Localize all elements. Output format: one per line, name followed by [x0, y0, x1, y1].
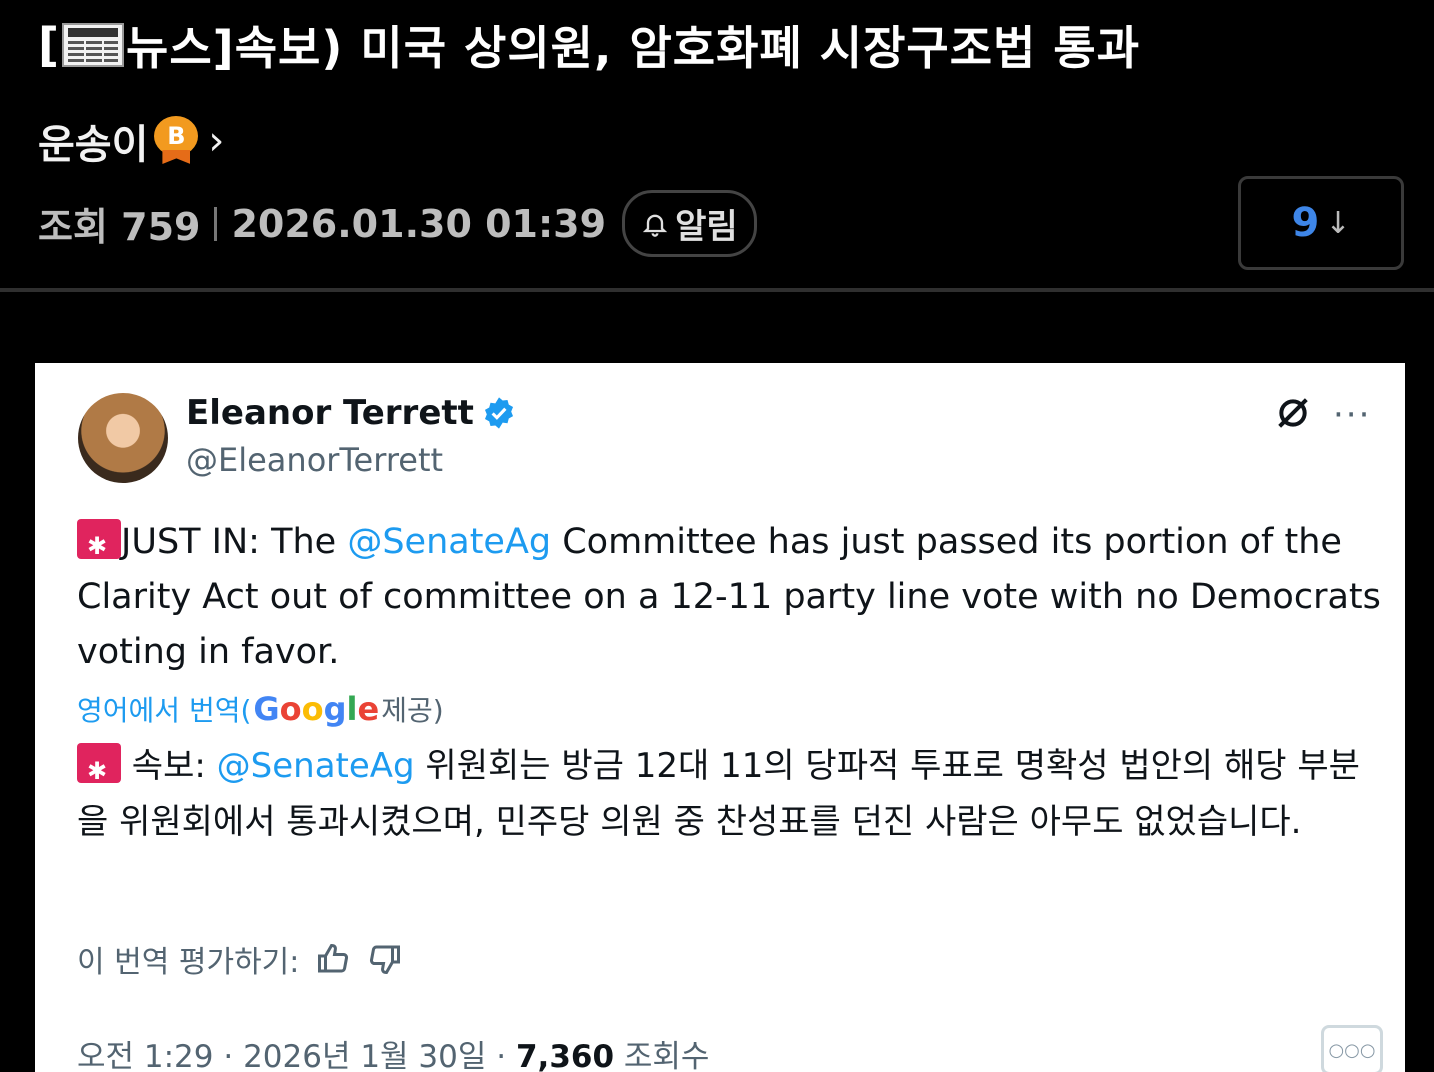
tweet-timestamp: 오전 1:29 · 2026년 1월 30일 · 7,360 조회수	[77, 1031, 709, 1072]
grok-icon	[1278, 398, 1308, 428]
alarm-label: 알림	[675, 207, 738, 247]
newspaper-icon	[62, 23, 125, 67]
siren-icon	[77, 519, 121, 574]
reply-count: 9	[1291, 200, 1320, 246]
mention-link: @SenateAg	[347, 522, 552, 562]
more-options-icon: ···	[1333, 395, 1372, 435]
thumbs-down-icon	[370, 945, 401, 975]
tweet-text-ko-1: 속보:	[121, 746, 217, 786]
verified-badge-icon	[484, 397, 513, 429]
meta-divider	[214, 206, 218, 241]
tweet-author-name: Eleanor Terrett	[186, 393, 516, 433]
title-prefix: [	[38, 18, 61, 72]
views-label: 조회수	[614, 1039, 710, 1072]
arrow-down-icon: ↓	[1325, 205, 1351, 241]
title-tag: 뉴스]	[126, 21, 235, 75]
post-title: [ 뉴스] 속보) 미국 상의원, 암호화폐 시장구조법 통과	[38, 12, 1140, 78]
level-badge-icon: B	[154, 116, 199, 166]
tweet-handle: @EleanorTerrett	[186, 441, 444, 479]
tweet-text-korean: 속보: @SenateAg 위원회는 방금 12대 11의 당파적 투표로 명확…	[77, 738, 1387, 850]
tweet-view-count: 7,360	[515, 1039, 615, 1072]
thumbs-up-icon	[318, 943, 349, 973]
siren-icon	[77, 743, 121, 799]
tweet-text-english: JUST IN: The @SenateAg Committee has jus…	[77, 515, 1387, 680]
reply-jump-button[interactable]: 9 ↓	[1238, 176, 1404, 270]
bell-icon	[642, 214, 668, 237]
author-row[interactable]: 운송이 B ›	[38, 112, 224, 170]
mention-link: @SenateAg	[216, 746, 415, 786]
alarm-button[interactable]: 알림	[622, 190, 757, 257]
avatar	[78, 393, 168, 483]
chat-bubble-icon[interactable]: ○○○	[1321, 1025, 1383, 1072]
rate-translation: 이 번역 평가하기:	[77, 937, 403, 981]
post-datetime: 2026.01.30 01:39	[231, 201, 607, 246]
google-logo: Google	[253, 690, 380, 728]
title-main: 속보) 미국 상의원, 암호화폐 시장구조법 통과	[234, 21, 1141, 75]
provided-label: 제공)	[381, 694, 444, 727]
timestamp-text: 오전 1:29 · 2026년 1월 30일 ·	[77, 1039, 516, 1072]
post-meta: 조회 759 2026.01.30 01:39 알림	[38, 190, 757, 257]
view-count: 조회 759	[38, 205, 201, 249]
tweet-text-en-1: JUST IN: The	[121, 522, 348, 562]
translate-label: 영어에서 번역(	[77, 694, 252, 727]
tweet-screenshot: Eleanor Terrett @EleanorTerrett ··· JUST…	[35, 363, 1405, 1072]
rate-label: 이 번역 평가하기:	[77, 945, 300, 980]
translation-credit: 영어에서 번역( Google 제공)	[77, 689, 444, 729]
divider	[0, 288, 1434, 292]
chevron-right-icon[interactable]: ›	[208, 118, 224, 164]
author-name[interactable]: 운송이	[38, 112, 148, 170]
tweet-name: Eleanor Terrett	[186, 393, 474, 433]
